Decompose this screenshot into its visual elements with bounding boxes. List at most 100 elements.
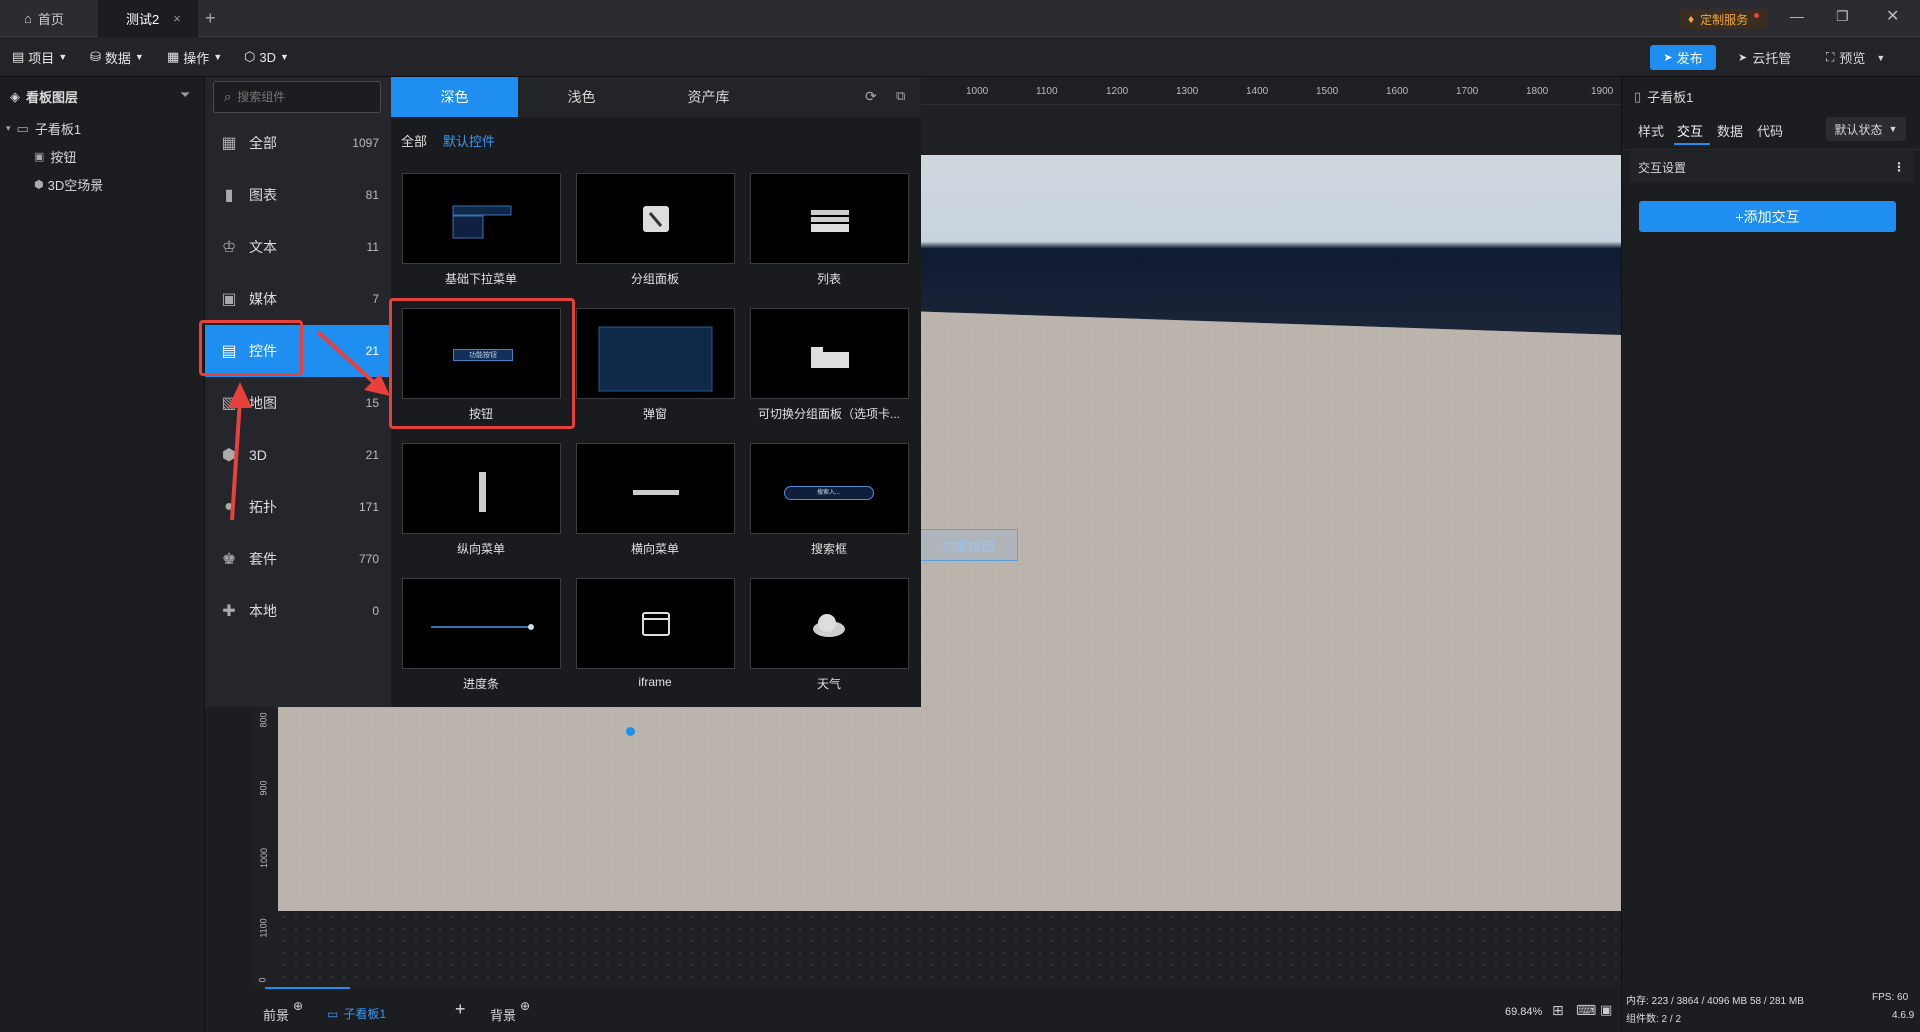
- add-interaction-button[interactable]: +添加交互: [1639, 201, 1896, 232]
- toolbar: ▤ 项目 ▼ ⛁ 数据 ▼ ▦ 操作 ▼ ⬡ 3D ▼ ➤ 发布 ➤ 云托管 ⛶…: [0, 37, 1920, 77]
- publish-label: 发布: [1676, 51, 1703, 66]
- filter-all[interactable]: 全部: [401, 131, 427, 150]
- layer-item-3d-scene[interactable]: ⬢ 3D空场景: [34, 175, 103, 194]
- card-label: 横向菜单: [630, 542, 679, 556]
- document-icon: ▤: [12, 49, 25, 64]
- card-weather[interactable]: [750, 578, 909, 669]
- keyboard-icon[interactable]: ⌨: [1576, 1002, 1596, 1019]
- cloud-label: 云托管: [1752, 51, 1792, 66]
- layer-root-label: 子看板1: [34, 122, 82, 137]
- add-interaction-label: +添加交互: [1735, 208, 1800, 225]
- card-dropdown[interactable]: [402, 173, 561, 264]
- board-tab[interactable]: ▭ 子看板1: [327, 1005, 386, 1022]
- category-kit[interactable]: ♚ 套件 770: [205, 533, 391, 585]
- publish-button[interactable]: ➤ 发布: [1650, 45, 1716, 70]
- category-chart[interactable]: ▮ 图表 81: [205, 169, 391, 221]
- layer-root[interactable]: ▾ ▭ 子看板1: [6, 119, 81, 138]
- new-tab-icon[interactable]: +: [205, 8, 216, 29]
- terminal-icon[interactable]: ▣: [1600, 1002, 1612, 1018]
- card-popup[interactable]: [576, 308, 735, 399]
- add-circle-icon[interactable]: ⊕: [293, 999, 303, 1013]
- tab-style[interactable]: 样式: [1638, 121, 1664, 140]
- board-icon: ▯: [1634, 88, 1642, 104]
- search-input[interactable]: [237, 90, 358, 104]
- card-label: 纵向菜单: [456, 542, 505, 556]
- fit-screen-icon[interactable]: ⊞: [1552, 1002, 1564, 1019]
- tab-interaction[interactable]: 交互: [1677, 121, 1703, 140]
- minimize-icon[interactable]: —: [1790, 8, 1804, 24]
- add-circle-icon[interactable]: ⊕: [520, 999, 530, 1013]
- category-media[interactable]: ▣ 媒体 7: [205, 273, 391, 325]
- ruler-label: 1500: [1316, 86, 1339, 97]
- category-local[interactable]: ✚ 本地 0: [205, 585, 391, 637]
- layer-panel: ◈ 看板图层 ⏷ ▾ ▭ 子看板1 ▣ 按钮 ⬢ 3D空场景: [0, 77, 205, 1032]
- tab-asset-library[interactable]: 资产库: [645, 77, 772, 117]
- layer-panel-header: ◈ 看板图层: [10, 87, 78, 106]
- card-horizontal-menu[interactable]: [576, 443, 735, 534]
- list-thumbnail: [811, 210, 849, 232]
- custom-service-button[interactable]: ♦ 定制服务: [1680, 9, 1768, 29]
- background-label: 背景: [490, 1008, 517, 1023]
- scene-function-button[interactable]: 功能按钮: [918, 529, 1018, 561]
- tab-light[interactable]: 浅色: [518, 77, 645, 117]
- filter-icon[interactable]: ⏷: [180, 87, 190, 103]
- ruler-label: 1300: [1176, 86, 1199, 97]
- anchor-point[interactable]: [626, 727, 635, 736]
- card-label: 天气: [816, 677, 841, 691]
- menu-3d[interactable]: ⬡ 3D ▼: [244, 37, 289, 77]
- menu-label: 3D: [259, 49, 276, 65]
- layers-icon: ◈: [10, 88, 20, 104]
- horizontal-menu-thumbnail: [633, 490, 679, 495]
- foreground-tab[interactable]: 前景 ⊕: [263, 999, 303, 1024]
- card-list[interactable]: [750, 173, 909, 264]
- card-label: 弹窗: [642, 407, 667, 421]
- card-progress-bar[interactable]: [402, 578, 561, 669]
- background-tab[interactable]: 背景 ⊕: [490, 999, 530, 1024]
- restore-icon[interactable]: ❐: [1836, 8, 1849, 25]
- state-select[interactable]: 默认状态 ▼: [1826, 117, 1906, 141]
- property-panel: ▯ 子看板1 样式 交互 数据 代码 默认状态 ▼ 交互设置 ⋮ +添加交互 内…: [1621, 77, 1920, 1032]
- kit-icon: ♚: [221, 551, 237, 568]
- ruler-label: 1100: [258, 918, 269, 938]
- menu-data[interactable]: ⛁ 数据 ▼: [90, 37, 144, 77]
- tab-label: 资产库: [687, 89, 730, 105]
- card-label: 基础下拉菜单: [444, 272, 517, 286]
- preview-label: 预览: [1839, 51, 1866, 66]
- close-icon[interactable]: ×: [173, 11, 181, 26]
- layer-item-button[interactable]: ▣ 按钮: [34, 147, 76, 166]
- card-group-panel[interactable]: [576, 173, 735, 264]
- preview-button[interactable]: ⛶ 预览 ▼: [1826, 45, 1885, 70]
- close-window-icon[interactable]: ✕: [1886, 6, 1899, 26]
- dropdown-thumbnail: [452, 205, 512, 239]
- more-vertical-icon[interactable]: ⋮: [1893, 160, 1905, 174]
- chevron-down-icon[interactable]: ▼: [1876, 53, 1885, 63]
- add-board-icon[interactable]: +: [455, 999, 466, 1020]
- category-text[interactable]: ♔ 文本 11: [205, 221, 391, 273]
- tab-test2[interactable]: 测试2 ×: [98, 0, 198, 37]
- filter-default-controls[interactable]: 默认控件: [443, 131, 495, 150]
- card-tab-panel[interactable]: [750, 308, 909, 399]
- search-box[interactable]: ⌕: [213, 81, 381, 113]
- fullscreen-icon: ⛶: [1826, 50, 1835, 64]
- refresh-icon[interactable]: ⟳: [865, 88, 877, 105]
- card-search-box[interactable]: 搜索入...: [750, 443, 909, 534]
- tab-dark[interactable]: 深色: [391, 77, 518, 117]
- card-iframe[interactable]: [576, 578, 735, 669]
- foreground-label: 前景: [263, 1008, 290, 1023]
- menu-project[interactable]: ▤ 项目 ▼: [12, 37, 67, 77]
- tab-data[interactable]: 数据: [1717, 121, 1743, 140]
- zoom-level[interactable]: 69.84%: [1505, 1006, 1542, 1018]
- progress-bar-thumbnail: [431, 624, 534, 630]
- card-vertical-menu[interactable]: [402, 443, 561, 534]
- ruler-label: 0: [257, 977, 268, 983]
- cloud-button[interactable]: ➤ 云托管: [1738, 45, 1791, 70]
- tab-code[interactable]: 代码: [1757, 121, 1783, 140]
- menu-operation[interactable]: ▦ 操作 ▼: [167, 37, 222, 77]
- text-icon: ♔: [221, 239, 237, 256]
- card-label: iframe: [638, 675, 672, 689]
- ruler-label: 1400: [1246, 86, 1269, 97]
- category-all[interactable]: ▦ 全部 1097: [205, 117, 391, 169]
- tab-home[interactable]: ⌂ 首页: [12, 0, 82, 37]
- external-link-icon[interactable]: ⧉: [896, 88, 905, 104]
- interaction-section-header[interactable]: 交互设置 ⋮: [1630, 151, 1913, 183]
